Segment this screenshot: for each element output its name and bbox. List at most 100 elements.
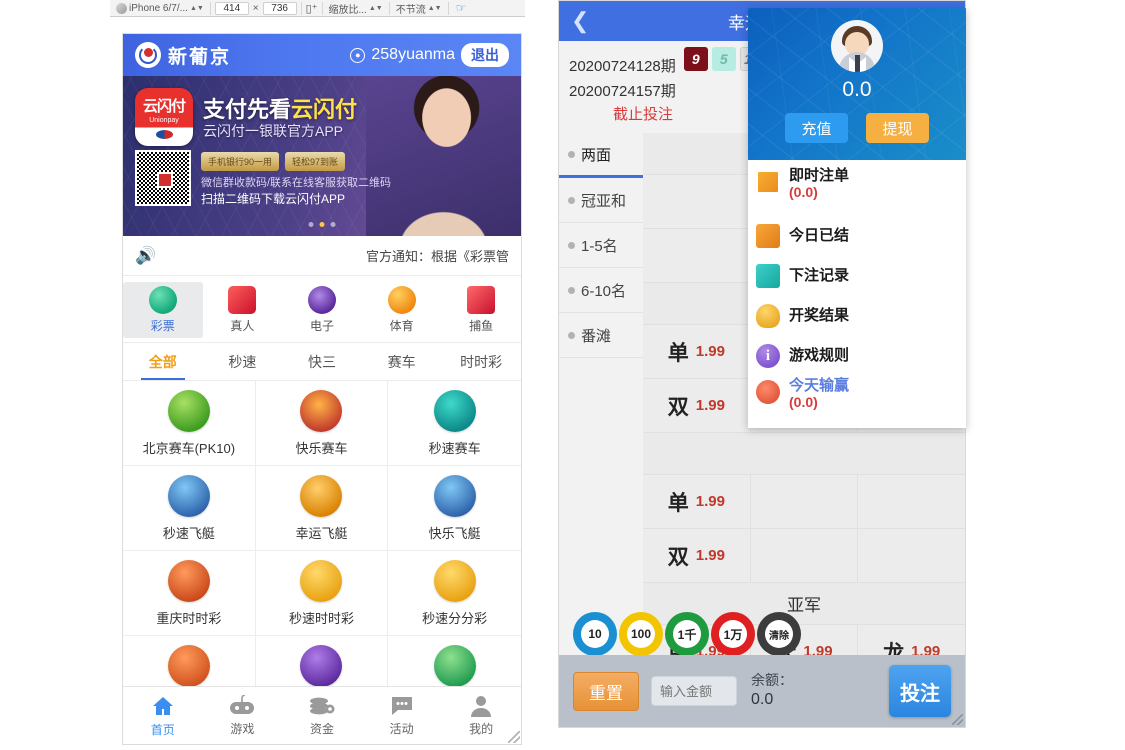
bet-option-cell[interactable]: 龙 1.99 bbox=[858, 625, 965, 655]
sub-tab-0[interactable]: 全部 bbox=[123, 343, 203, 380]
device-select[interactable]: iPhone 6/7/... ▲▼ bbox=[127, 3, 206, 14]
logout-button[interactable]: 退出 bbox=[461, 43, 509, 67]
game-grid[interactable]: 北京赛车(PK10) 快乐赛车 秒速赛车秒速飞艇 幸运飞艇 快乐飞艇重庆时时彩 秒速时时彩… bbox=[123, 381, 521, 702]
bet-side-tab-2[interactable]: 1-5名 bbox=[559, 223, 643, 268]
category-label: 电子 bbox=[309, 319, 334, 333]
submit-bet-button[interactable]: 投注 bbox=[889, 665, 951, 717]
happy-boat-icon bbox=[433, 475, 476, 517]
category-tab-4[interactable]: 捕鱼 bbox=[441, 282, 521, 338]
side-tab-label: 两面 bbox=[581, 146, 612, 164]
banner-dot[interactable] bbox=[330, 222, 336, 227]
deposit-button[interactable]: 充值 bbox=[785, 113, 848, 143]
bet-option-cell[interactable] bbox=[643, 175, 751, 228]
live-casino-icon bbox=[228, 286, 257, 314]
nav-item-1[interactable]: 游戏 bbox=[203, 687, 283, 744]
brand-name: 新葡京 bbox=[168, 46, 232, 68]
viewport-height-input[interactable]: 736 bbox=[262, 1, 297, 15]
resize-grip[interactable] bbox=[952, 714, 963, 725]
throttle-select[interactable]: 不节流 ▲▼ bbox=[394, 1, 444, 16]
category-tab-0[interactable]: 彩票 bbox=[123, 282, 203, 338]
sub-tab-3[interactable]: 赛车 bbox=[362, 343, 442, 380]
category-tab-2[interactable]: 电子 bbox=[282, 282, 362, 338]
promo-banner[interactable]: 云闪付 Unionpay 支付先看云闪付 云闪付一银联官方APP 手机银行90一… bbox=[123, 76, 521, 236]
game-tile[interactable]: 快乐赛车 bbox=[255, 381, 389, 466]
banner-pagination-dots[interactable] bbox=[308, 222, 336, 227]
popup-menu-item-5[interactable]: 今天输赢 (0.0) bbox=[756, 376, 966, 426]
game-name: 秒速飞艇 bbox=[162, 526, 215, 541]
bullet-icon bbox=[568, 150, 575, 158]
speaker-icon: 🔊 bbox=[135, 245, 157, 265]
game-tile[interactable]: 重庆时时彩 bbox=[123, 551, 256, 636]
viewport-width-input[interactable]: 414 bbox=[214, 1, 249, 15]
nav-item-3[interactable]: 活动 bbox=[362, 687, 442, 744]
sub-tab-2[interactable]: 快三 bbox=[282, 343, 362, 380]
account-popup-menu[interactable]: 即时注单 (0.0) 今日已结下注记录开奖结果 i 游戏规则 今天输赢 (0.0) bbox=[748, 160, 966, 426]
sub-tabs[interactable]: 全部 秒速 快三 赛车 时时彩 bbox=[123, 343, 521, 381]
chip-1万[interactable]: 1万 bbox=[708, 609, 758, 659]
touch-cursor-icon[interactable]: ☞ bbox=[456, 1, 467, 15]
resize-grip[interactable] bbox=[508, 731, 520, 743]
banner-dot[interactable] bbox=[308, 222, 314, 227]
bet-option-cell[interactable] bbox=[858, 529, 965, 582]
popup-menu-label: 开奖结果 bbox=[789, 306, 850, 324]
bet-side-tab-3[interactable]: 6-10名 bbox=[559, 268, 643, 313]
popup-menu-item-4[interactable]: i 游戏规则 bbox=[756, 336, 966, 376]
category-tabs[interactable]: 彩票 真人 电子 体育 捕鱼 bbox=[123, 276, 521, 343]
bet-option-cell[interactable]: 双 1.99 bbox=[643, 379, 751, 432]
bet-side-tab-1[interactable]: 冠亚和 bbox=[559, 178, 643, 223]
user-avatar-icon[interactable] bbox=[831, 20, 883, 72]
device-preview-icon bbox=[116, 2, 127, 14]
popup-menu-item-3[interactable]: 开奖结果 bbox=[756, 296, 966, 336]
bet-option-cell[interactable] bbox=[643, 229, 751, 282]
withdraw-button[interactable]: 提现 bbox=[866, 113, 929, 143]
game-tile[interactable]: 北京赛车(PK10) bbox=[123, 381, 256, 466]
game-tile[interactable]: 秒速飞艇 bbox=[123, 466, 256, 551]
notice-bar[interactable]: 🔊 官方通知：根据《彩票管 bbox=[123, 236, 521, 276]
nav-item-0[interactable]: 首页 bbox=[123, 687, 203, 744]
bet-option-cell[interactable] bbox=[858, 475, 965, 528]
back-chevron-icon[interactable]: ❮ bbox=[571, 8, 589, 34]
amount-input[interactable] bbox=[651, 676, 737, 706]
game-tile[interactable]: 秒速时时彩 bbox=[255, 551, 389, 636]
popup-menu-label: 今日已结 bbox=[789, 226, 850, 244]
game-tile[interactable]: 秒速分分彩 bbox=[388, 551, 521, 636]
popup-menu-item-0[interactable]: 即时注单 (0.0) bbox=[756, 166, 966, 216]
popup-menu-item-2[interactable]: 下注记录 bbox=[756, 256, 966, 296]
chip-1千[interactable]: 1千 bbox=[662, 609, 712, 659]
chip-label: 清除 bbox=[765, 620, 793, 648]
sub-tab-4[interactable]: 时时彩 bbox=[441, 343, 521, 380]
banner-headline-highlight: 云闪付 bbox=[291, 97, 358, 122]
unionpay-logo-text: 云闪付 bbox=[142, 98, 186, 115]
game-name: 快乐赛车 bbox=[295, 441, 348, 456]
chevron-updown-icon: ▲▼ bbox=[189, 4, 204, 12]
banner-pill-left: 手机银行90一用 bbox=[201, 152, 280, 171]
zoom-select[interactable]: 缩放比... ▲▼ bbox=[327, 1, 385, 16]
game-tile[interactable]: 秒速赛车 bbox=[388, 381, 521, 466]
bet-side-tab-4[interactable]: 番滩 bbox=[559, 313, 643, 358]
bet-option-cell[interactable]: 双 1.99 bbox=[643, 529, 751, 582]
reset-button[interactable]: 重置 bbox=[573, 671, 639, 711]
chip-100[interactable]: 100 bbox=[616, 609, 666, 659]
category-tab-1[interactable]: 真人 bbox=[203, 282, 283, 338]
nav-item-2[interactable]: 资金 bbox=[282, 687, 362, 744]
banner-dot-active[interactable] bbox=[319, 222, 325, 227]
bet-side-tab-0[interactable]: 两面 bbox=[559, 133, 643, 178]
bet-option-cell[interactable]: 单 1.99 bbox=[643, 325, 751, 378]
game-tile[interactable]: 快乐飞艇 bbox=[388, 466, 521, 551]
category-tab-3[interactable]: 体育 bbox=[362, 282, 442, 338]
bet-option-cell[interactable]: 单 1.99 bbox=[643, 475, 751, 528]
game-tile[interactable]: 幸运飞艇 bbox=[255, 466, 389, 551]
bet-side-tabs[interactable]: 两面冠亚和 1-5名 6-10名 番滩 bbox=[559, 133, 643, 655]
chip-10[interactable]: 10 bbox=[570, 609, 620, 659]
bet-option-cell[interactable] bbox=[750, 529, 859, 582]
bottom-navigation[interactable]: 首页 游戏 资金 活动 我的 bbox=[123, 686, 521, 744]
banner-line4: 扫描二维码下载云闪付APP bbox=[201, 192, 346, 206]
sub-tab-1[interactable]: 秒速 bbox=[203, 343, 283, 380]
balance-value: 0.0 bbox=[751, 690, 774, 708]
devtools-device-toolbar[interactable]: iPhone 6/7/... ▲▼ 414 × 736 ▯⁺ 缩放比... ▲▼… bbox=[110, 0, 525, 17]
category-label: 捕鱼 bbox=[469, 319, 494, 333]
chip-清除[interactable]: 清除 bbox=[754, 609, 804, 659]
popup-menu-item-1[interactable]: 今日已结 bbox=[756, 216, 966, 256]
rotate-device-icon[interactable]: ▯⁺ bbox=[306, 2, 318, 15]
bet-option-cell[interactable] bbox=[750, 475, 859, 528]
